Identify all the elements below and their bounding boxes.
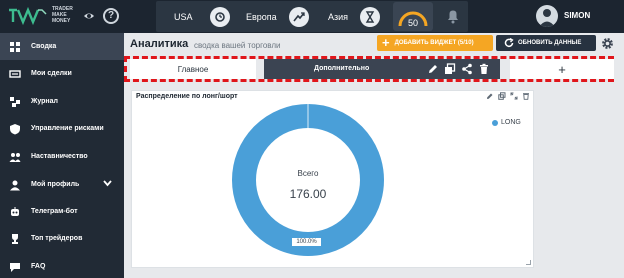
legend-label: LONG: [501, 119, 521, 126]
shield-icon: [10, 123, 20, 134]
page-subtitle: сводка вашей торговли: [194, 41, 281, 50]
trend-icon: [288, 6, 309, 27]
copy-icon[interactable]: [498, 92, 506, 100]
sidebar: Сводка Мои сделки Журнал Управление риск…: [0, 33, 124, 278]
donut-center-caption: Всего: [297, 169, 319, 178]
brand-name: TRADER MAKE MONEY: [52, 6, 73, 24]
tab-extra-label: Дополнительно: [314, 65, 370, 72]
edit-icon[interactable]: [427, 63, 439, 75]
donut-center-value: 176.00: [289, 187, 327, 201]
legend-marker: [492, 119, 498, 126]
refresh-data-button[interactable]: ОБНОВИТЬ ДАННЫЕ: [496, 35, 596, 51]
market-asia[interactable]: Азия: [328, 1, 381, 32]
hourglass-icon: [360, 6, 381, 27]
tab-extra[interactable]: Дополнительно: [264, 59, 500, 79]
faq-icon: [10, 262, 20, 272]
sidebar-item-faq[interactable]: FAQ: [0, 253, 124, 278]
gauge-value: 50: [408, 18, 418, 28]
sidebar-item-top-traders[interactable]: Топ трейдеров: [0, 225, 124, 252]
sidebar-item-label: Мой профиль: [31, 181, 80, 188]
refresh-icon: [504, 38, 514, 48]
journal-icon: [10, 96, 20, 107]
donut-chart: [232, 104, 384, 256]
sentiment-gauge[interactable]: 50: [393, 2, 433, 31]
gear-icon[interactable]: [601, 37, 614, 50]
bot-icon: [11, 206, 19, 216]
logo-icon[interactable]: [8, 6, 48, 26]
timer-icon: [209, 6, 230, 27]
chart-legend: LONG: [492, 119, 521, 126]
plus-icon: +: [382, 35, 390, 50]
help-icon[interactable]: ?: [103, 8, 119, 24]
sidebar-item-label: Журнал: [31, 98, 58, 105]
sidebar-item-label: Топ трейдеров: [31, 235, 83, 242]
market-usa[interactable]: USA: [174, 1, 230, 32]
add-tab-button[interactable]: +: [510, 59, 614, 79]
sidebar-item-mentoring[interactable]: Наставничество: [0, 143, 124, 170]
sidebar-item-journal[interactable]: Журнал: [0, 88, 124, 115]
add-widget-button[interactable]: + ДОБАВИТЬ ВИДЖЕТ (5/10): [377, 35, 493, 51]
sidebar-item-label: Телеграм-бот: [31, 208, 78, 215]
sidebar-item-label: Мои сделки: [31, 70, 72, 77]
slice-percent-label: 100.0%: [291, 237, 322, 247]
avatar[interactable]: [536, 5, 558, 27]
add-widget-label: ДОБАВИТЬ ВИДЖЕТ (5/10): [394, 40, 474, 46]
sidebar-item-label: Наставничество: [31, 153, 88, 160]
refresh-label: ОБНОВИТЬ ДАННЫЕ: [518, 40, 582, 46]
long-short-widget: Распределение по лонг/шорт LONG Всего 17…: [131, 90, 534, 268]
mentoring-icon: [9, 152, 21, 162]
eye-icon[interactable]: [83, 10, 95, 22]
edit-icon[interactable]: [486, 92, 494, 100]
sidebar-item-label: Сводка: [31, 43, 57, 50]
resize-handle[interactable]: [526, 260, 531, 265]
widget-title: Распределение по лонг/шорт: [136, 93, 238, 100]
sidebar-item-profile[interactable]: Мой профиль: [0, 171, 124, 198]
tab-main[interactable]: Главное: [130, 59, 256, 79]
dashboard-icon: [10, 41, 20, 52]
donut-slice-long[interactable]: [232, 104, 384, 256]
market-europe[interactable]: Европа: [246, 1, 309, 32]
trades-icon: [9, 69, 21, 78]
sidebar-item-risk[interactable]: Управление рисками: [0, 115, 124, 142]
sidebar-item-summary[interactable]: Сводка: [0, 33, 124, 60]
profile-icon: [10, 180, 20, 190]
sidebar-item-telegram[interactable]: Телеграм-бот: [0, 198, 124, 225]
page-title: Аналитика: [130, 38, 189, 50]
copy-icon[interactable]: [444, 63, 456, 75]
username[interactable]: SIMON: [564, 11, 590, 20]
bell-icon[interactable]: [446, 8, 460, 24]
share-icon[interactable]: [461, 63, 473, 75]
trash-icon[interactable]: [522, 92, 530, 100]
top-bar: TRADER MAKE MONEY ? USA Европа Азия 50 S…: [0, 0, 624, 33]
market-label: Азия: [328, 11, 349, 22]
sidebar-item-label: FAQ: [31, 263, 46, 270]
market-label: Европа: [246, 11, 277, 22]
trophy-icon: [12, 233, 18, 244]
trash-icon[interactable]: [478, 63, 490, 75]
market-label: USA: [174, 11, 193, 22]
expand-icon[interactable]: [510, 92, 518, 100]
sidebar-item-label: Управление рисками: [31, 125, 104, 132]
sidebar-item-trades[interactable]: Мои сделки: [0, 60, 124, 87]
chevron-down-icon[interactable]: [103, 180, 112, 187]
